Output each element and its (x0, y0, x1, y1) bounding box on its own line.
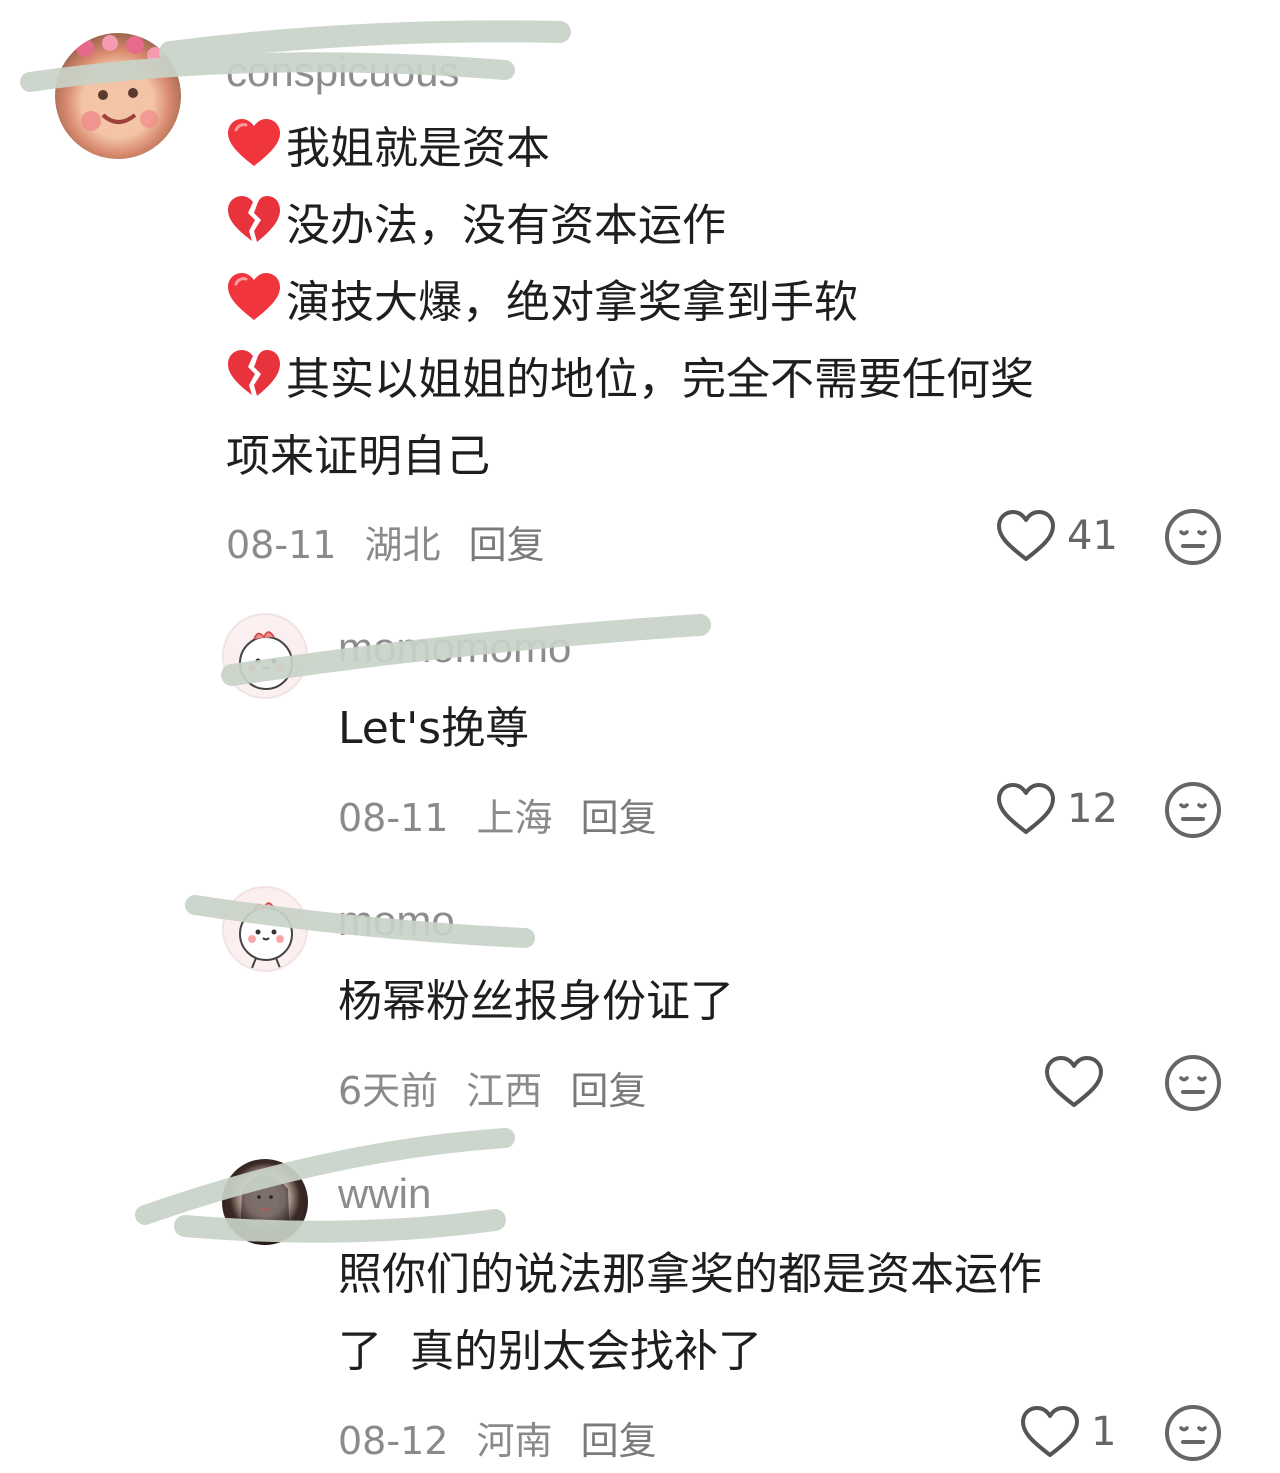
comment-location: 河南 (476, 1419, 553, 1463)
like-button[interactable]: 41 (995, 508, 1118, 564)
reply-button[interactable]: 回复 (469, 523, 545, 567)
comment-date: 08-11 (226, 523, 337, 567)
comment-text: 照你们的说法那拿奖的都是资本运作 了 真的别太会找补了 (338, 1236, 1042, 1390)
like-count: 41 (1067, 513, 1118, 559)
reply-button[interactable]: 回复 (581, 1419, 657, 1463)
comment-line: 其实以姐姐的地位，完全不需要任何奖 (226, 341, 1034, 418)
comment-location: 江西 (466, 1069, 543, 1113)
comment-line-text: 项来证明自己 (226, 431, 490, 482)
meh-face-icon[interactable] (1163, 780, 1223, 840)
comment-line: 项来证明自己 (226, 418, 1034, 495)
comment-line: 没办法，没有资本运作 (226, 187, 1034, 264)
red-heart-icon (228, 119, 280, 166)
heart-outline-icon (997, 510, 1055, 561)
broken-heart-icon (228, 350, 280, 396)
comment-line: 照你们的说法那拿奖的都是资本运作 (338, 1249, 1042, 1300)
comment-date: 6天前 (338, 1069, 439, 1113)
like-count: 1 (1091, 1409, 1117, 1455)
comment-line-text: 其实以姐姐的地位，完全不需要任何奖 (286, 354, 1034, 405)
avatar[interactable] (222, 886, 308, 972)
comment-line-text: 我姐就是资本 (286, 123, 550, 174)
comment-line: 了 真的别太会找补了 (338, 1326, 762, 1377)
heart-outline-icon (1021, 1406, 1079, 1457)
reply-button[interactable]: 回复 (581, 796, 657, 840)
comment-location: 上海 (476, 796, 553, 840)
broken-heart-icon (228, 196, 280, 242)
heart-outline-icon (1045, 1056, 1103, 1107)
comment-meta: 08-11 湖北 回复 (226, 514, 561, 569)
comment-text: Let's挽尊 (338, 703, 530, 754)
comment-line: 演技大爆，绝对拿奖拿到手软 (226, 264, 1034, 341)
username[interactable]: wwin (338, 1170, 431, 1218)
comment-meta: 08-11 上海 回复 (338, 787, 673, 842)
username[interactable]: momo (338, 897, 455, 945)
comment-location: 湖北 (364, 523, 441, 567)
comment-text: 杨幂粉丝报身份证了 (338, 976, 734, 1027)
username[interactable]: momomomo (338, 624, 571, 672)
comment-line-text: 没办法，没有资本运作 (286, 200, 726, 251)
username[interactable]: conspicuous (226, 48, 459, 96)
red-heart-icon (228, 273, 280, 320)
heart-outline-icon (997, 783, 1055, 834)
like-button[interactable]: 12 (995, 781, 1118, 837)
comment-date: 08-12 (338, 1419, 449, 1463)
comment-meta: 6天前 江西 回复 (338, 1060, 662, 1115)
avatar[interactable] (222, 1159, 308, 1245)
meh-face-icon[interactable] (1163, 1403, 1223, 1463)
comment-text: 我姐就是资本 没办法，没有资本运作 演技大爆，绝对拿奖拿到手软 其实以姐姐的地位… (226, 110, 1034, 495)
meh-face-icon[interactable] (1163, 1053, 1223, 1113)
comment-date: 08-11 (338, 796, 449, 840)
meh-face-icon[interactable] (1163, 507, 1223, 567)
reply-button[interactable]: 回复 (570, 1069, 646, 1113)
like-count: 12 (1067, 786, 1118, 832)
avatar[interactable] (222, 613, 308, 699)
comment-meta: 08-12 河南 回复 (338, 1410, 673, 1465)
comment-line: 我姐就是资本 (226, 110, 1034, 187)
avatar[interactable] (55, 33, 181, 159)
like-button[interactable] (1043, 1054, 1105, 1110)
comment-line-text: 演技大爆，绝对拿奖拿到手软 (286, 277, 858, 328)
like-button[interactable]: 1 (1019, 1404, 1116, 1460)
